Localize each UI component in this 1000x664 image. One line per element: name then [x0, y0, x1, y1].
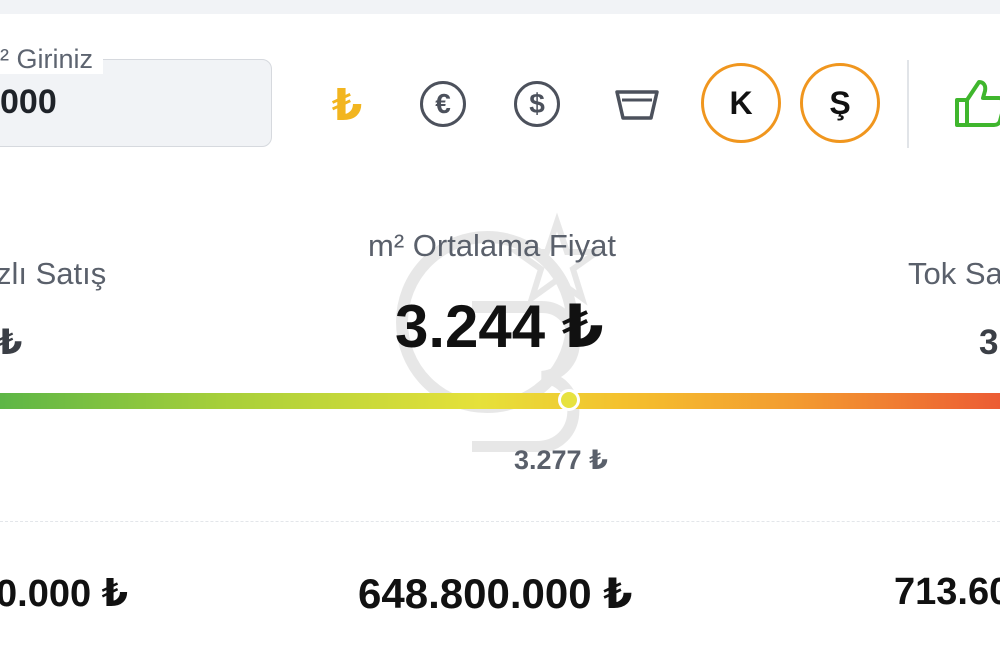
s-button[interactable]: Ş	[800, 63, 880, 143]
section-divider	[0, 521, 1000, 522]
toolbar-divider	[907, 60, 909, 148]
left-stat-value: ₺	[0, 323, 23, 362]
average-price-value: 3.244 ₺	[395, 293, 604, 360]
dollar-icon[interactable]: $	[514, 81, 560, 127]
price-range-bar	[0, 393, 1000, 409]
thumbs-up-icon[interactable]	[953, 78, 1000, 128]
right-stat-label: Tok Sa	[908, 256, 1000, 291]
center-total-price: 648.800.000 ₺	[358, 570, 633, 617]
turkish-lira-icon[interactable]: ₺	[322, 78, 372, 132]
left-total-price: 0.000 ₺	[0, 573, 129, 615]
top-strip	[0, 0, 1000, 14]
price-marker	[558, 389, 580, 411]
basket-icon[interactable]	[614, 86, 660, 122]
euro-icon[interactable]: €	[420, 81, 466, 127]
k-button[interactable]: K	[701, 63, 781, 143]
right-total-price: 713.60	[894, 571, 1000, 613]
marker-value: 3.277 ₺	[514, 445, 608, 475]
right-stat-value: 3	[979, 323, 999, 362]
left-stat-label: zlı Satış	[0, 256, 107, 291]
area-input-value[interactable]: 000	[0, 82, 57, 122]
center-stat-label: m² Ortalama Fiyat	[368, 228, 617, 263]
area-input-label: ² Giriniz	[0, 44, 103, 74]
